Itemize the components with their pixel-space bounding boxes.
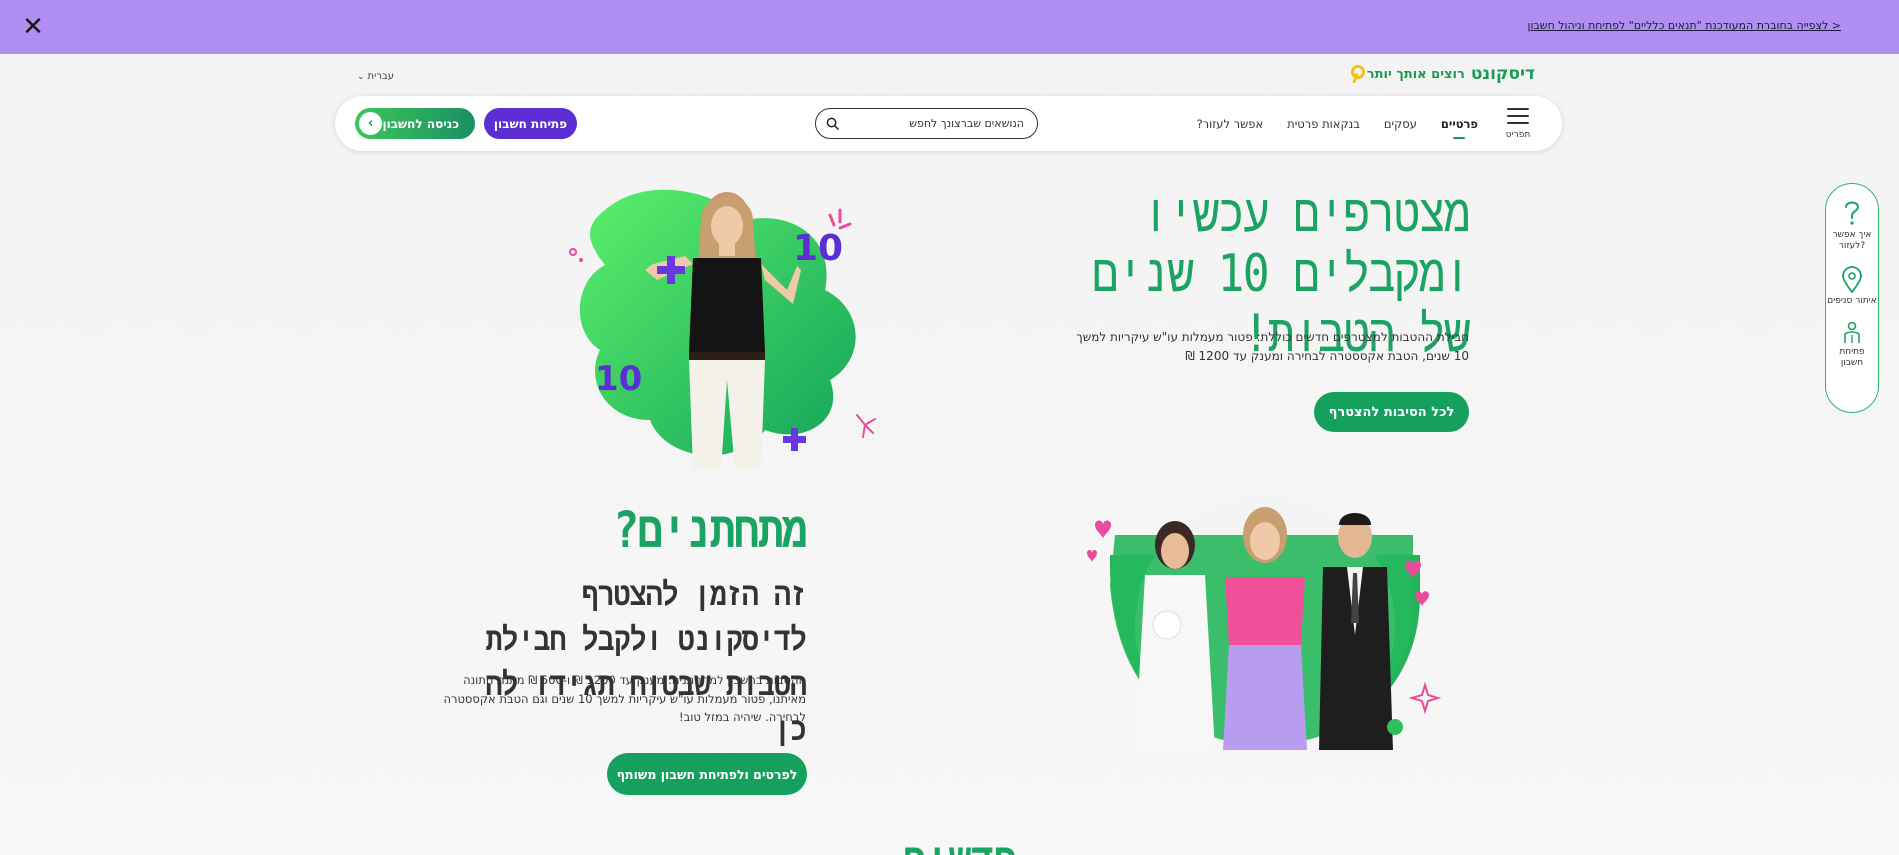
close-icon[interactable]: ✕	[18, 12, 48, 42]
wedding-couple-image	[1087, 495, 1442, 750]
location-pin-icon	[1842, 266, 1862, 294]
hero-description: חבילת ההטבות למצטרפים חדשים כוללת: פטור …	[1076, 330, 1469, 363]
menu-label: תפריט	[1505, 130, 1531, 140]
reasons-to-join-button[interactable]: לכל הסיבות להצטרף	[1314, 392, 1469, 432]
logo-brand: דיסקונט	[1470, 64, 1535, 84]
side-item-help[interactable]: איך אפשר לעזור?	[1827, 198, 1877, 252]
general-terms-link[interactable]: < לצפייה בחוברת המעודכנת "תנאים כלליים" …	[1527, 19, 1841, 32]
hero-woman-image: 10 10	[569, 189, 876, 470]
search-box[interactable]	[815, 108, 1038, 139]
search-input[interactable]	[844, 114, 1024, 132]
reasons-to-join-label: לכל הסיבות להצטרף	[1328, 404, 1455, 420]
newlyweds-description: ההטבות בחשבון למתחתנים: מענק עד 1200 ₪ ו…	[443, 673, 806, 724]
side-item-help-label: איך אפשר לעזור?	[1832, 230, 1872, 251]
menu-button[interactable]: תפריט	[1500, 106, 1536, 146]
nav-links: פרטיים עסקים בנקאות פרטית אפשר לעזור?	[1197, 96, 1478, 151]
login-button[interactable]: ‹ כניסה לחשבון	[355, 108, 475, 139]
promo-bar: ✕ < לצפייה בחוברת המעודכנת "תנאים כלליים…	[0, 0, 1899, 54]
side-item-open-account[interactable]: פתיחת חשבון	[1827, 321, 1877, 369]
open-account-label: פתיחת חשבון	[493, 116, 568, 131]
login-button-label: כניסה לחשבון	[382, 116, 459, 131]
discount-logo[interactable]: דיסקונט רוצים אותך יותר	[1350, 62, 1535, 86]
nav-item-help[interactable]: אפשר לעזור?	[1197, 117, 1264, 131]
nav-item-business[interactable]: עסקים	[1384, 117, 1417, 131]
chevron-down-icon: ⌄	[357, 71, 365, 82]
side-item-open-account-label: פתיחת חשבון	[1839, 347, 1865, 368]
open-account-button[interactable]: פתיחת חשבון	[484, 108, 577, 139]
logo-slogan: רוצים אותך יותר	[1366, 66, 1465, 82]
side-item-branches[interactable]: איתור סניפים	[1827, 266, 1877, 307]
search-icon	[826, 117, 839, 130]
ribbon-icon	[1350, 65, 1365, 83]
language-label: עברית	[367, 71, 395, 82]
nav-item-private-banking[interactable]: בנקאות פרטית	[1287, 117, 1360, 131]
svg-text:10: 10	[793, 228, 843, 269]
question-icon	[1845, 201, 1860, 225]
hamburger-icon	[1507, 108, 1529, 124]
person-icon	[1844, 321, 1860, 343]
nav-item-private[interactable]: פרטיים	[1441, 117, 1478, 139]
joint-account-label: לפרטים ולפתיחת חשבון משותף	[616, 766, 798, 782]
newlyweds-title: מתחתנים?	[613, 501, 807, 559]
language-selector[interactable]: ⌄ עברית	[357, 71, 394, 82]
next-section-title: חדשים בדיסקונט	[822, 830, 1097, 855]
svg-text:10: 10	[595, 359, 642, 399]
main-nav: ‹ כניסה לחשבון פתיחת חשבון פרטיים עסקים …	[335, 96, 1562, 151]
side-item-branches-label: איתור סניפים	[1827, 296, 1877, 306]
chevron-left-icon: ‹	[359, 112, 382, 135]
side-help-widget: איך אפשר לעזור? איתור סניפים פתיחת חשבון	[1825, 183, 1879, 413]
joint-account-button[interactable]: לפרטים ולפתיחת חשבון משותף	[607, 753, 807, 795]
